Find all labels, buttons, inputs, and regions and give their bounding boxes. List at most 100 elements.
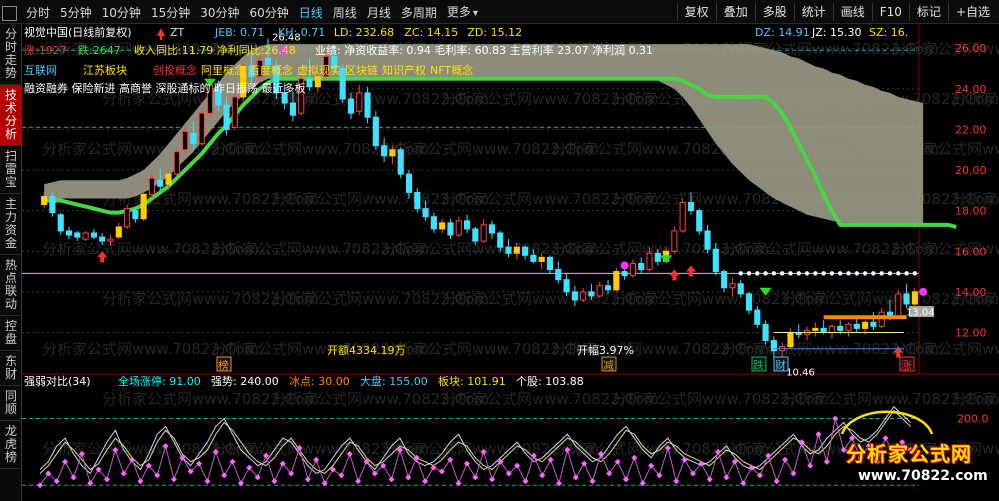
candle — [762, 320, 769, 345]
event-tag-2: 跌 — [753, 358, 764, 372]
right-indicator-jz: JZ: 15.30 — [811, 26, 861, 39]
signal-dot — [788, 271, 793, 276]
indicator-ld: LD: 232.68 — [334, 26, 394, 39]
sub-item-2: 冰点: 30.00 — [289, 375, 350, 388]
tab-3[interactable]: 15分钟 — [146, 4, 195, 22]
candle-body — [696, 210, 703, 232]
signal-dot — [854, 271, 860, 276]
concept-tag-0: 互联网 — [24, 64, 57, 77]
sidebar-item-1[interactable]: 技术分析 — [0, 85, 22, 146]
candle-body — [132, 210, 139, 220]
concept-tag-3: 阿里概念 — [201, 63, 245, 77]
toolbar-button-1[interactable]: 叠加 — [715, 3, 755, 21]
candle — [148, 174, 156, 199]
candle-body — [745, 293, 753, 311]
candle-body — [654, 252, 661, 262]
candle-body — [397, 149, 404, 175]
candle-body — [646, 252, 653, 271]
sidebar-item-5[interactable]: 控盘 — [0, 316, 22, 351]
layout-square-icon[interactable] — [2, 5, 17, 21]
candle — [679, 198, 686, 233]
candle-body — [347, 98, 355, 114]
y-tick-label: 26.00 — [955, 42, 987, 55]
concept-tag-2: 创投概念 — [153, 63, 197, 77]
toolbar-button-5[interactable]: F10 — [871, 3, 909, 21]
indicator-zc: ZC: 14.15 — [404, 26, 458, 39]
period-tabs: 分时 5分钟 10分钟 15分钟 30分钟 60分钟 日线 周线 月线 多周期 更多 ▾ — [2, 3, 483, 23]
candle-body — [364, 92, 371, 118]
candle-body — [82, 232, 89, 240]
candle-body — [712, 248, 719, 273]
orange-zone — [823, 315, 907, 320]
sidebar-item-4[interactable]: 热点联动 — [0, 255, 22, 316]
y-tick-label: 22.00 — [955, 123, 987, 136]
candle-body — [124, 208, 131, 228]
candle-body — [878, 311, 885, 327]
sidebar-item-7[interactable]: 同顺 — [0, 386, 22, 421]
candle-body — [115, 226, 122, 238]
candle-body — [140, 193, 147, 220]
candle-body — [90, 232, 97, 238]
candle-body — [837, 325, 844, 331]
toolbar-button-7[interactable]: +自选 — [947, 3, 997, 21]
toolbar-button-2[interactable]: 多股 — [754, 3, 794, 21]
toolbar-button-3[interactable]: 统计 — [793, 3, 833, 21]
signal-dot — [879, 271, 884, 276]
event-tag-3: 财 — [775, 358, 786, 372]
toolbar-button-6[interactable]: 标记 — [908, 3, 948, 21]
indicator-zd: ZD: 15.12 — [467, 26, 522, 39]
candle-body — [381, 145, 388, 157]
candle-body — [729, 283, 736, 289]
tab-7[interactable]: 周线 — [328, 4, 362, 22]
candle-body — [604, 285, 612, 291]
low-price-marker: 10.46 — [786, 368, 815, 379]
candle-body — [853, 323, 860, 329]
sidebar-item-2[interactable]: 扫雷宝 — [0, 146, 22, 194]
candle-body — [480, 224, 487, 242]
event-tag-0: 榜 — [218, 358, 229, 372]
tab-2[interactable]: 10分钟 — [97, 4, 146, 22]
candle-body — [57, 214, 64, 232]
signal-dot — [829, 271, 835, 276]
candle-body — [754, 309, 761, 325]
event-tag-4: 涨 — [901, 359, 912, 372]
signal-dot — [912, 271, 918, 276]
candle-body — [488, 224, 496, 234]
candle-body — [49, 195, 56, 214]
candle — [173, 147, 180, 177]
left-sidebar: 分时走势 技术分析 扫雷宝 主力资金 热点联动 控盘 东财 同顺 龙虎榜 — [0, 24, 22, 501]
candle-body — [522, 246, 529, 256]
stock-chart[interactable]: 分析家公式网www.70822.Com 分析家公式网www.70822.Com 分析… — [22, 24, 999, 501]
candle-body — [911, 291, 918, 305]
candle — [671, 226, 678, 254]
candle-body — [596, 285, 603, 297]
y-tick-label: 18.00 — [955, 205, 987, 218]
sidebar-item-3[interactable]: 主力资金 — [0, 194, 22, 255]
tab-4[interactable]: 30分钟 — [195, 4, 244, 22]
tab-5[interactable]: 60分钟 — [245, 4, 294, 22]
candle-body — [629, 262, 636, 277]
sidebar-item-0[interactable]: 分时走势 — [0, 24, 22, 85]
candle-body — [190, 133, 197, 145]
tab-0[interactable]: 分时 — [21, 4, 55, 22]
toolbar-button-4[interactable]: 画线 — [832, 3, 872, 21]
candle-body — [762, 323, 769, 342]
tab-8[interactable]: 月线 — [362, 4, 396, 22]
candle-body — [447, 222, 454, 236]
y-tick-label: 24.00 — [955, 83, 987, 96]
tab-1[interactable]: 5分钟 — [55, 4, 97, 22]
sidebar-item-8[interactable]: 龙虎榜 — [0, 421, 22, 469]
last-price-marker: 13.04 — [906, 307, 935, 318]
candle-body — [182, 130, 189, 151]
signal-dot — [871, 271, 876, 276]
sidebar-item-6[interactable]: 东财 — [0, 351, 22, 386]
candle-body — [862, 321, 869, 329]
tab-6[interactable]: 日线 — [294, 4, 328, 22]
candle-body — [903, 293, 910, 305]
tab-10[interactable]: 更多 ▾ — [442, 3, 483, 23]
indicator-name: ZT — [170, 26, 185, 39]
candle-body — [107, 238, 114, 242]
toolbar-button-0[interactable]: 复权 — [676, 3, 716, 21]
tab-9[interactable]: 多周期 — [396, 4, 442, 22]
event-tag-1: 减 — [603, 359, 614, 372]
